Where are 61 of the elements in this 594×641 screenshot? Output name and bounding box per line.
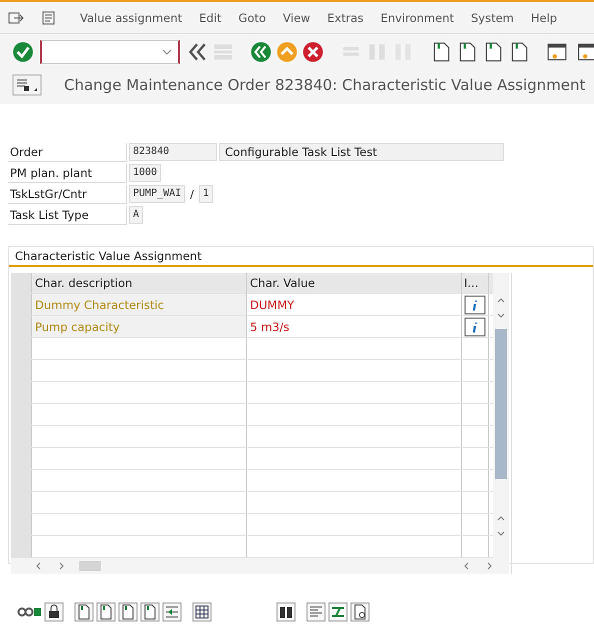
- cancel-icon[interactable]: [302, 41, 324, 63]
- info-icon[interactable]: [464, 294, 486, 314]
- column-header[interactable]: I...: [462, 273, 489, 293]
- checkmark-icon[interactable]: [12, 41, 34, 63]
- back-icon[interactable]: [250, 41, 272, 63]
- table-cell: Pump capacity: [32, 316, 247, 337]
- page-icon[interactable]: [140, 602, 160, 622]
- column-header[interactable]: Char. Value: [247, 273, 462, 293]
- scroll-up-icon[interactable]: [497, 297, 505, 305]
- link-icon[interactable]: [16, 605, 42, 619]
- field-value: 823840: [129, 143, 217, 161]
- page-icon[interactable]: [96, 602, 116, 622]
- scroll-thumb[interactable]: [79, 561, 101, 571]
- vertical-scrollbar[interactable]: [493, 273, 509, 574]
- scroll-left-icon[interactable]: [35, 562, 43, 570]
- exit-icon[interactable]: [8, 10, 24, 24]
- table-icon[interactable]: [192, 602, 212, 622]
- insert-row-icon[interactable]: [162, 602, 182, 622]
- table-cell: Dummy Characteristic: [32, 294, 247, 315]
- scroll-thumb[interactable]: [495, 329, 507, 479]
- menu-item[interactable]: System: [471, 10, 514, 24]
- separator: /: [189, 188, 195, 200]
- list-icon[interactable]: [306, 602, 326, 622]
- menu-item[interactable]: Goto: [238, 10, 266, 24]
- field-value: 1000: [129, 164, 162, 182]
- info-icon[interactable]: [464, 316, 486, 336]
- layout-icon[interactable]: [12, 74, 42, 96]
- field-value: PUMP_WAI: [129, 185, 186, 203]
- menu-item[interactable]: Value assignment: [80, 10, 182, 24]
- field-label: TskLstGr/Cntr: [8, 184, 127, 204]
- menu-icon[interactable]: [41, 10, 57, 24]
- field-value: 1: [198, 185, 213, 203]
- scroll-left-icon[interactable]: [463, 562, 471, 570]
- horizontal-scrollbar[interactable]: [11, 558, 493, 574]
- page-icon[interactable]: [74, 602, 94, 622]
- section-title: Characteristic Value Assignment: [9, 247, 593, 267]
- menu-item[interactable]: Extras: [327, 10, 364, 24]
- menu-item[interactable]: Environment: [380, 10, 454, 24]
- column-header[interactable]: Char. description: [32, 273, 247, 293]
- scroll-right-icon[interactable]: [485, 562, 493, 570]
- scroll-up-icon[interactable]: [497, 515, 505, 523]
- screen-title: Change Maintenance Order 823840: Characteristic Value Assignment: [64, 76, 586, 94]
- field-description: Configurable Task List Test: [219, 143, 504, 161]
- menu-item[interactable]: Help: [530, 10, 558, 24]
- field-value: A: [129, 206, 144, 224]
- scroll-down-icon[interactable]: [497, 529, 505, 537]
- lock-icon[interactable]: [44, 602, 64, 622]
- field-label: Order: [8, 142, 127, 162]
- select-all-cell[interactable]: [11, 273, 32, 293]
- window-icon[interactable]: [546, 41, 568, 63]
- menu-item[interactable]: Edit: [199, 10, 222, 24]
- scroll-right-icon[interactable]: [57, 562, 65, 570]
- menu-item[interactable]: View: [282, 10, 310, 24]
- command-field[interactable]: [40, 40, 180, 64]
- double-chevron-icon[interactable]: [186, 41, 208, 63]
- scroll-down-icon[interactable]: [497, 311, 505, 319]
- field-label: PM plan. plant: [8, 164, 127, 182]
- document-icon[interactable]: [350, 602, 370, 622]
- page-icon[interactable]: [118, 602, 138, 622]
- field-label: Task List Type: [8, 206, 127, 224]
- caret-icon[interactable]: [162, 49, 172, 55]
